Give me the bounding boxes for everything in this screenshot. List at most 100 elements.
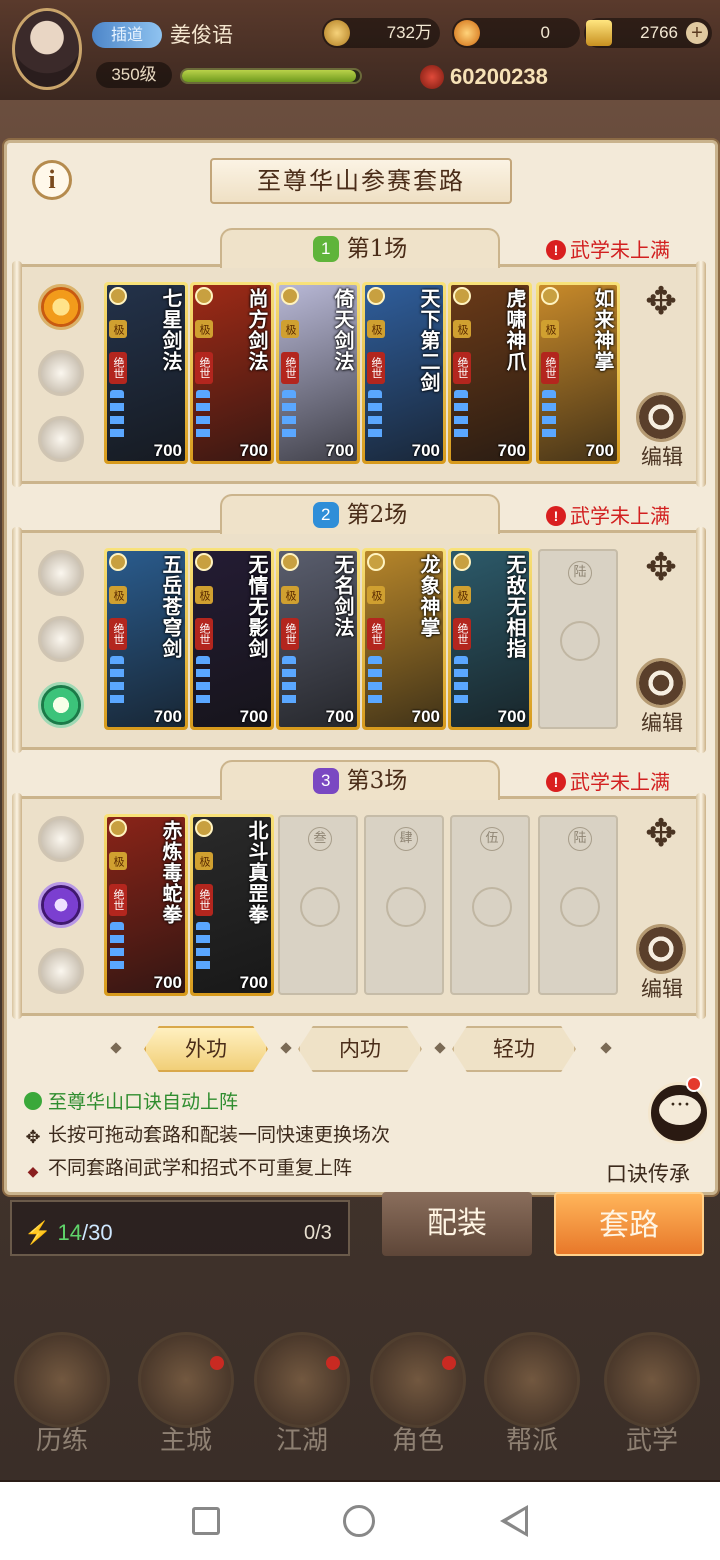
- skill-name: 无敌无相指: [503, 554, 527, 659]
- add-gold-icon[interactable]: +: [686, 22, 708, 44]
- info-icon[interactable]: i: [32, 160, 72, 200]
- nav-jianghu[interactable]: 江湖: [250, 1332, 354, 1457]
- empty-skill-slot[interactable]: 肆: [364, 815, 444, 995]
- recents-button[interactable]: [192, 1507, 220, 1535]
- stance-orb-off[interactable]: [38, 350, 84, 396]
- round-number-badge: 2: [312, 502, 339, 528]
- skill-card[interactable]: 极绝世 无名剑法 700: [276, 548, 360, 730]
- nav-zhucheng[interactable]: 主城: [134, 1332, 238, 1457]
- empty-skill-slot[interactable]: 陆: [538, 549, 618, 729]
- notification-dot: [210, 1356, 224, 1370]
- edit-button[interactable]: 编辑: [636, 976, 688, 1002]
- grade-tag: 极: [541, 320, 559, 338]
- nav-bangpai[interactable]: 帮派: [480, 1332, 584, 1457]
- diamond-bullet-icon: ◆: [27, 1164, 39, 1180]
- grade-tag: 极: [367, 320, 385, 338]
- rank-badge-icon: [195, 287, 213, 305]
- skill-value: 700: [497, 441, 526, 460]
- gold-counter[interactable]: 2766 +: [584, 18, 712, 48]
- currency2-counter[interactable]: 0: [452, 18, 580, 48]
- skill-card[interactable]: 极绝世 无敌无相指 700: [448, 548, 532, 730]
- skill-card[interactable]: 极绝世 如来神掌 700: [536, 282, 620, 464]
- skill-card[interactable]: 极绝世 七星剑法 700: [104, 282, 188, 464]
- move-arrows-icon[interactable]: ✥: [640, 812, 682, 854]
- stance-orb-purple[interactable]: [38, 882, 84, 928]
- stance-orb-off[interactable]: [38, 616, 84, 662]
- slot-index-label: 叁: [308, 827, 332, 851]
- stance-orb-green[interactable]: [38, 682, 84, 728]
- grade-tag: 极: [195, 852, 213, 870]
- skill-card[interactable]: 极绝世 尚方剑法 700: [190, 282, 274, 464]
- combat-power: 60200238: [420, 62, 548, 92]
- home-button[interactable]: [343, 1505, 375, 1537]
- move-slots-icon: [110, 656, 124, 708]
- move-slots-icon: [282, 390, 296, 442]
- modal-title: 至尊华山参赛套路: [210, 158, 512, 204]
- tab-taolu[interactable]: 套路: [554, 1192, 704, 1256]
- stance-orb-off[interactable]: [38, 550, 84, 596]
- rank-badge-icon: [195, 819, 213, 837]
- move-slots-icon: [282, 656, 296, 708]
- nav-wuxue[interactable]: 武学: [600, 1332, 704, 1457]
- skill-card[interactable]: 极绝世 北斗真罡拳 700: [190, 814, 274, 996]
- stance-orb-sun[interactable]: [38, 284, 84, 330]
- filter-tab-waigong[interactable]: 外功: [144, 1026, 268, 1072]
- coin-icon: [324, 20, 350, 46]
- stance-orb-off[interactable]: [38, 816, 84, 862]
- rarity-tag: 绝世: [195, 618, 213, 650]
- jianghu-icon: [254, 1332, 350, 1428]
- round-tab: 1 第1场: [220, 228, 500, 268]
- gear-icon[interactable]: [636, 658, 686, 708]
- rarity-tag: 绝世: [541, 352, 559, 384]
- stance-orb-off[interactable]: [38, 416, 84, 462]
- move-arrows-icon[interactable]: ✥: [640, 280, 682, 322]
- skill-card[interactable]: 极绝世 天下第二剑 700: [362, 282, 446, 464]
- grade-tag: 极: [281, 320, 299, 338]
- chat-bubble-icon[interactable]: [648, 1082, 710, 1144]
- skill-card[interactable]: 极绝世 虎啸神爪 700: [448, 282, 532, 464]
- castle-icon: [138, 1332, 234, 1428]
- skill-card[interactable]: 极绝世 五岳苍穹剑 700: [104, 548, 188, 730]
- notification-dot: [686, 1076, 702, 1092]
- back-button[interactable]: [500, 1505, 528, 1537]
- move-arrows-icon[interactable]: ✥: [640, 546, 682, 588]
- gear-icon[interactable]: [636, 392, 686, 442]
- rank-badge-icon: [109, 287, 127, 305]
- stance-orb-off[interactable]: [38, 948, 84, 994]
- gear-icon[interactable]: [636, 924, 686, 974]
- player-avatar[interactable]: [12, 8, 82, 90]
- gold-ingot-icon: [586, 20, 612, 46]
- skill-value: 700: [239, 707, 268, 726]
- empty-skill-slot[interactable]: 伍: [450, 815, 530, 995]
- nav-lilian[interactable]: 历练: [10, 1332, 114, 1457]
- energy-counter: ⚡ 14/30: [24, 1220, 113, 1246]
- filter-tab-qinggong[interactable]: 轻功: [452, 1026, 576, 1072]
- combat-power-value: 60200238: [450, 64, 548, 89]
- guild-icon: [484, 1332, 580, 1428]
- player-tag-badge: 插道: [92, 22, 162, 48]
- skill-card[interactable]: 极绝世 无情无影剑 700: [190, 548, 274, 730]
- grade-tag: 极: [109, 852, 127, 870]
- warning-text: 武学未上满: [570, 238, 670, 262]
- edit-button[interactable]: 编辑: [636, 444, 688, 470]
- info-dot-icon: [24, 1092, 42, 1110]
- rarity-tag: 绝世: [453, 352, 471, 384]
- coin-counter[interactable]: 732万: [322, 18, 440, 48]
- slot-index-label: 肆: [394, 827, 418, 851]
- rank-badge-icon: [541, 287, 559, 305]
- skill-name: 龙象神掌: [417, 554, 441, 638]
- filter-tab-neigong[interactable]: 内功: [298, 1026, 422, 1072]
- empty-skill-slot[interactable]: 陆: [538, 815, 618, 995]
- chat-label[interactable]: 口诀传承: [606, 1158, 690, 1188]
- skill-card[interactable]: 极绝世 龙象神掌 700: [362, 548, 446, 730]
- player-level: 350级: [96, 62, 172, 88]
- skill-name: 如来神掌: [591, 288, 615, 372]
- edit-button[interactable]: 编辑: [636, 710, 688, 736]
- nav-juese[interactable]: 角色: [366, 1332, 470, 1457]
- round-number-badge: 3: [312, 768, 339, 794]
- empty-skill-slot[interactable]: 叁: [278, 815, 358, 995]
- skill-card[interactable]: 极绝世 倚天剑法 700: [276, 282, 360, 464]
- xp-bar-fill: [182, 70, 357, 82]
- tab-peizhuang[interactable]: 配装: [382, 1192, 532, 1256]
- skill-card[interactable]: 极绝世 赤炼毒蛇拳 700: [104, 814, 188, 996]
